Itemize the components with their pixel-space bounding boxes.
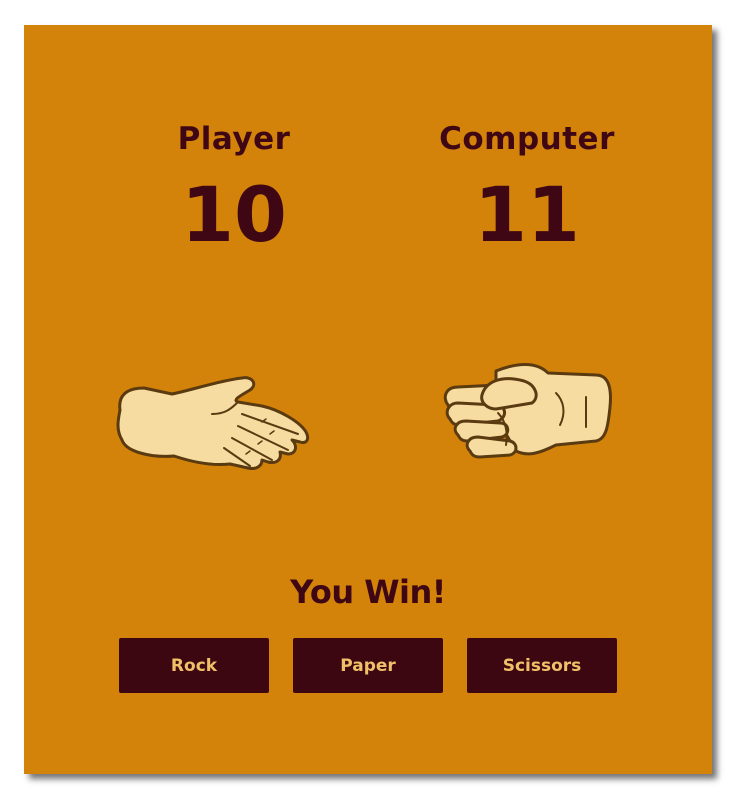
- scissors-button[interactable]: Scissors: [467, 638, 617, 693]
- paper-button[interactable]: Paper: [293, 638, 443, 693]
- rock-fist-icon: [443, 363, 612, 459]
- computer-score: 11: [474, 170, 580, 259]
- player-label: Player: [177, 121, 291, 157]
- paper-hand-icon: [116, 376, 310, 470]
- game-board: Player 10 Computer 11 You Win! Rock Pape…: [24, 25, 712, 774]
- computer-label: Computer: [439, 121, 615, 157]
- round-result: You Win!: [290, 573, 446, 611]
- player-score: 10: [181, 170, 287, 259]
- rock-button[interactable]: Rock: [119, 638, 269, 693]
